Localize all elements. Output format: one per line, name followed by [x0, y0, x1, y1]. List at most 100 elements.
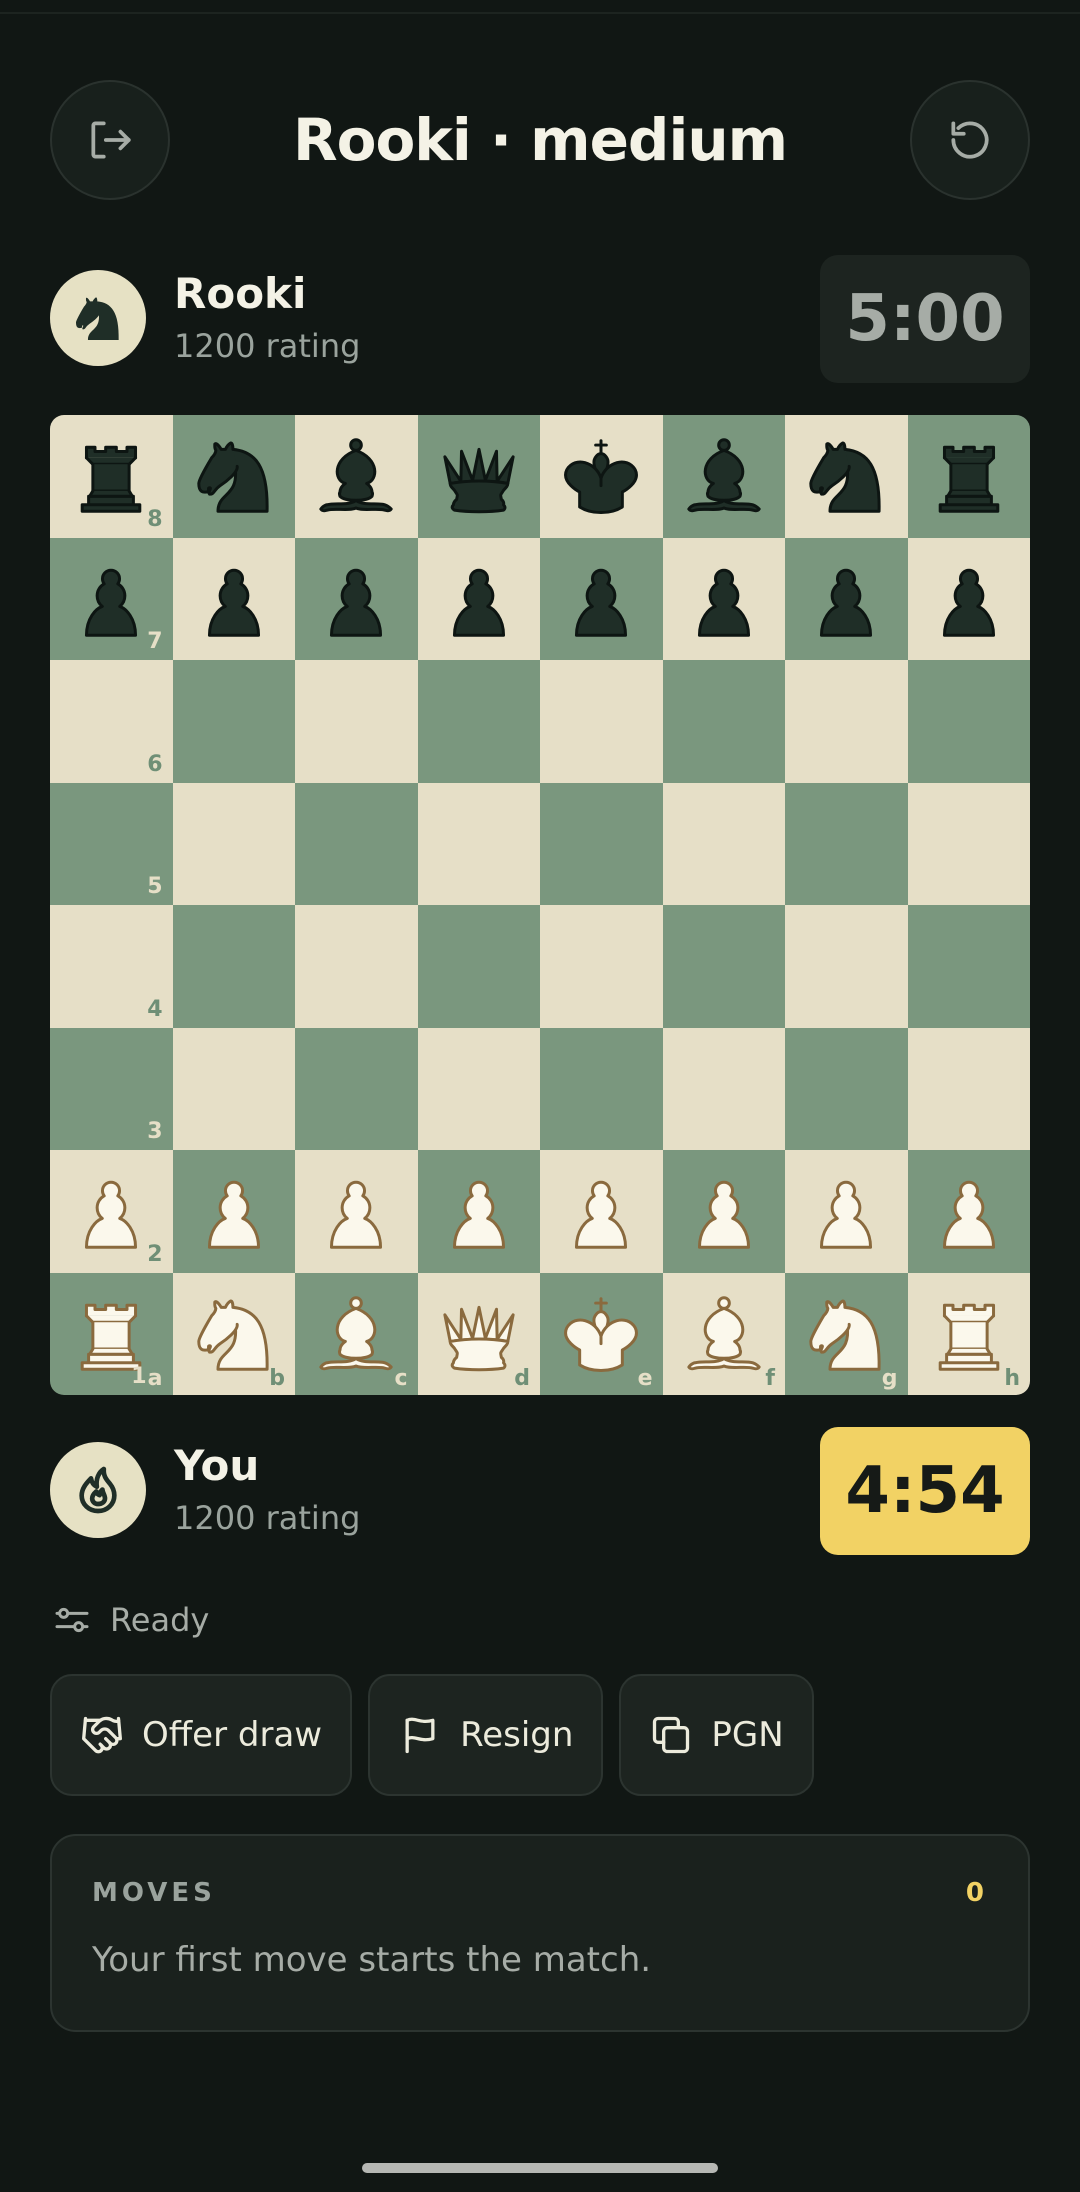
square-a6[interactable]: 6 [50, 660, 173, 783]
square-b7[interactable] [172, 537, 295, 660]
square-c6[interactable] [295, 660, 418, 783]
exit-button[interactable] [50, 80, 170, 200]
black-king-icon[interactable] [553, 428, 649, 524]
square-g2[interactable] [785, 1150, 908, 1273]
square-c1[interactable]: c [295, 1272, 418, 1395]
square-e2[interactable] [540, 1150, 663, 1273]
square-a5[interactable]: 5 [50, 782, 173, 905]
white-pawn-icon[interactable] [431, 1163, 527, 1259]
white-pawn-icon[interactable] [308, 1163, 404, 1259]
white-pawn-icon[interactable] [798, 1163, 894, 1259]
square-e3[interactable] [540, 1027, 663, 1150]
square-d6[interactable] [417, 660, 540, 783]
offer-draw-button[interactable]: Offer draw [50, 1674, 353, 1796]
square-g7[interactable] [785, 537, 908, 660]
square-e4[interactable] [540, 905, 663, 1028]
square-h6[interactable] [907, 660, 1030, 783]
black-pawn-icon[interactable] [308, 551, 404, 647]
square-a2[interactable]: 2 [50, 1150, 173, 1273]
square-a7[interactable]: 7 [50, 537, 173, 660]
black-pawn-icon[interactable] [798, 551, 894, 647]
square-c2[interactable] [295, 1150, 418, 1273]
square-c5[interactable] [295, 782, 418, 905]
square-f7[interactable] [662, 537, 785, 660]
square-e5[interactable] [540, 782, 663, 905]
square-f6[interactable] [662, 660, 785, 783]
square-h3[interactable] [907, 1027, 1030, 1150]
square-b2[interactable] [172, 1150, 295, 1273]
white-bishop-icon[interactable] [676, 1286, 772, 1382]
square-d4[interactable] [417, 905, 540, 1028]
square-d7[interactable] [417, 537, 540, 660]
square-g6[interactable] [785, 660, 908, 783]
black-rook-icon[interactable] [921, 428, 1017, 524]
black-knight-icon[interactable] [186, 428, 282, 524]
square-e8[interactable] [540, 415, 663, 538]
black-pawn-icon[interactable] [63, 551, 159, 647]
black-pawn-icon[interactable] [921, 551, 1017, 647]
square-e1[interactable]: e [540, 1272, 663, 1395]
white-knight-icon[interactable] [186, 1286, 282, 1382]
black-queen-icon[interactable] [431, 428, 527, 524]
square-d2[interactable] [417, 1150, 540, 1273]
square-g5[interactable] [785, 782, 908, 905]
square-a1[interactable]: 1a [50, 1272, 173, 1395]
square-b5[interactable] [172, 782, 295, 905]
square-b3[interactable] [172, 1027, 295, 1150]
square-f2[interactable] [662, 1150, 785, 1273]
square-b4[interactable] [172, 905, 295, 1028]
square-c8[interactable] [295, 415, 418, 538]
square-f3[interactable] [662, 1027, 785, 1150]
square-d8[interactable] [417, 415, 540, 538]
square-h4[interactable] [907, 905, 1030, 1028]
home-indicator[interactable] [362, 2163, 718, 2173]
white-knight-icon[interactable] [798, 1286, 894, 1382]
square-f4[interactable] [662, 905, 785, 1028]
white-bishop-icon[interactable] [308, 1286, 404, 1382]
chess-board[interactable]: 8 7 6 5 4 3 2 1a b c d e f g h [50, 415, 1030, 1395]
square-g4[interactable] [785, 905, 908, 1028]
resign-button[interactable]: Resign [368, 1674, 604, 1796]
black-pawn-icon[interactable] [676, 551, 772, 647]
square-c7[interactable] [295, 537, 418, 660]
white-pawn-icon[interactable] [676, 1163, 772, 1259]
square-h5[interactable] [907, 782, 1030, 905]
square-b8[interactable] [172, 415, 295, 538]
white-king-icon[interactable] [553, 1286, 649, 1382]
white-pawn-icon[interactable] [63, 1163, 159, 1259]
square-c4[interactable] [295, 905, 418, 1028]
white-queen-icon[interactable] [431, 1286, 527, 1382]
white-pawn-icon[interactable] [921, 1163, 1017, 1259]
square-d5[interactable] [417, 782, 540, 905]
black-pawn-icon[interactable] [186, 551, 282, 647]
square-d3[interactable] [417, 1027, 540, 1150]
white-pawn-icon[interactable] [186, 1163, 282, 1259]
black-bishop-icon[interactable] [308, 428, 404, 524]
restart-button[interactable] [910, 80, 1030, 200]
square-b6[interactable] [172, 660, 295, 783]
white-pawn-icon[interactable] [553, 1163, 649, 1259]
square-h8[interactable] [907, 415, 1030, 538]
square-g8[interactable] [785, 415, 908, 538]
square-g3[interactable] [785, 1027, 908, 1150]
pgn-button[interactable]: PGN [619, 1674, 814, 1796]
black-knight-icon[interactable] [798, 428, 894, 524]
square-f8[interactable] [662, 415, 785, 538]
square-f5[interactable] [662, 782, 785, 905]
square-a3[interactable]: 3 [50, 1027, 173, 1150]
square-e6[interactable] [540, 660, 663, 783]
square-a4[interactable]: 4 [50, 905, 173, 1028]
square-b1[interactable]: b [172, 1272, 295, 1395]
square-d1[interactable]: d [417, 1272, 540, 1395]
square-a8[interactable]: 8 [50, 415, 173, 538]
square-c3[interactable] [295, 1027, 418, 1150]
square-f1[interactable]: f [662, 1272, 785, 1395]
square-h7[interactable] [907, 537, 1030, 660]
black-pawn-icon[interactable] [553, 551, 649, 647]
black-pawn-icon[interactable] [431, 551, 527, 647]
square-h1[interactable]: h [907, 1272, 1030, 1395]
square-h2[interactable] [907, 1150, 1030, 1273]
black-bishop-icon[interactable] [676, 428, 772, 524]
black-rook-icon[interactable] [63, 428, 159, 524]
square-e7[interactable] [540, 537, 663, 660]
